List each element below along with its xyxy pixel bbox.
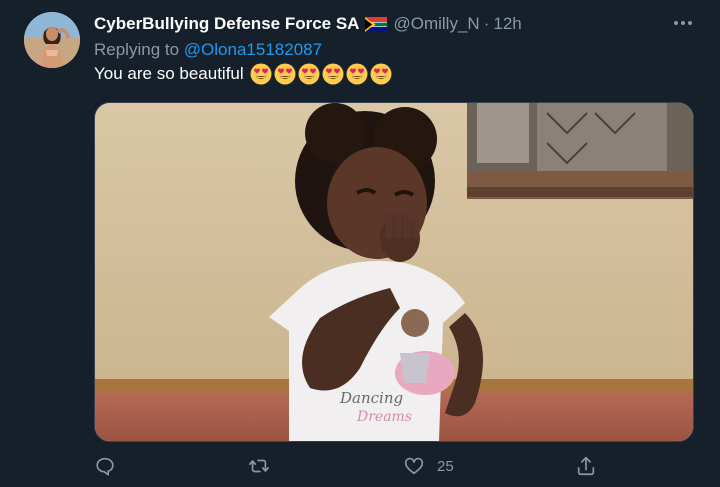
display-name[interactable]: CyberBullying Defense Force SA	[94, 14, 359, 34]
timestamp[interactable]: 12h	[493, 14, 521, 34]
share-icon	[577, 456, 595, 476]
tweet-photo[interactable]: Dancing Dreams	[94, 102, 694, 442]
avatar[interactable]	[24, 12, 80, 68]
replying-to-mention[interactable]: @Olona15182087	[184, 40, 322, 59]
reply-button[interactable]	[94, 452, 116, 480]
south-africa-flag-icon	[365, 16, 388, 32]
photo-child-blowing-kiss: Dancing Dreams	[95, 103, 693, 441]
svg-text:Dancing: Dancing	[339, 389, 403, 407]
heart-eyes-emoji	[250, 63, 272, 85]
heart-eyes-emoji	[298, 63, 320, 85]
heart-eyes-emoji	[346, 63, 368, 85]
retweet-button[interactable]	[248, 452, 270, 480]
heart-eyes-emoji	[322, 63, 344, 85]
heart-icon	[404, 457, 424, 475]
tweet[interactable]: CyberBullying Defense Force SA @Omilly_N…	[0, 0, 720, 487]
share-button[interactable]	[575, 452, 597, 480]
heart-eyes-emoji-group	[250, 63, 392, 85]
user-handle[interactable]: @Omilly_N	[393, 14, 479, 34]
tweet-text-body: You are so beautiful	[94, 64, 244, 83]
separator-dot: ·	[483, 14, 490, 33]
tweet-text: You are so beautiful	[94, 63, 392, 85]
replying-to-label: Replying to	[94, 40, 180, 59]
retweet-icon	[249, 459, 269, 473]
heart-eyes-emoji	[274, 63, 296, 85]
tweet-header: CyberBullying Defense Force SA @Omilly_N…	[94, 13, 522, 35]
replying-to-line: Replying to @Olona15182087	[94, 40, 322, 60]
like-count: 25	[437, 457, 454, 475]
more-options-icon[interactable]	[672, 13, 694, 33]
like-button[interactable]: 25	[403, 452, 454, 480]
reply-icon	[96, 457, 114, 476]
heart-eyes-emoji	[370, 63, 392, 85]
action-bar: 25	[94, 452, 694, 480]
svg-text:Dreams: Dreams	[356, 409, 412, 425]
